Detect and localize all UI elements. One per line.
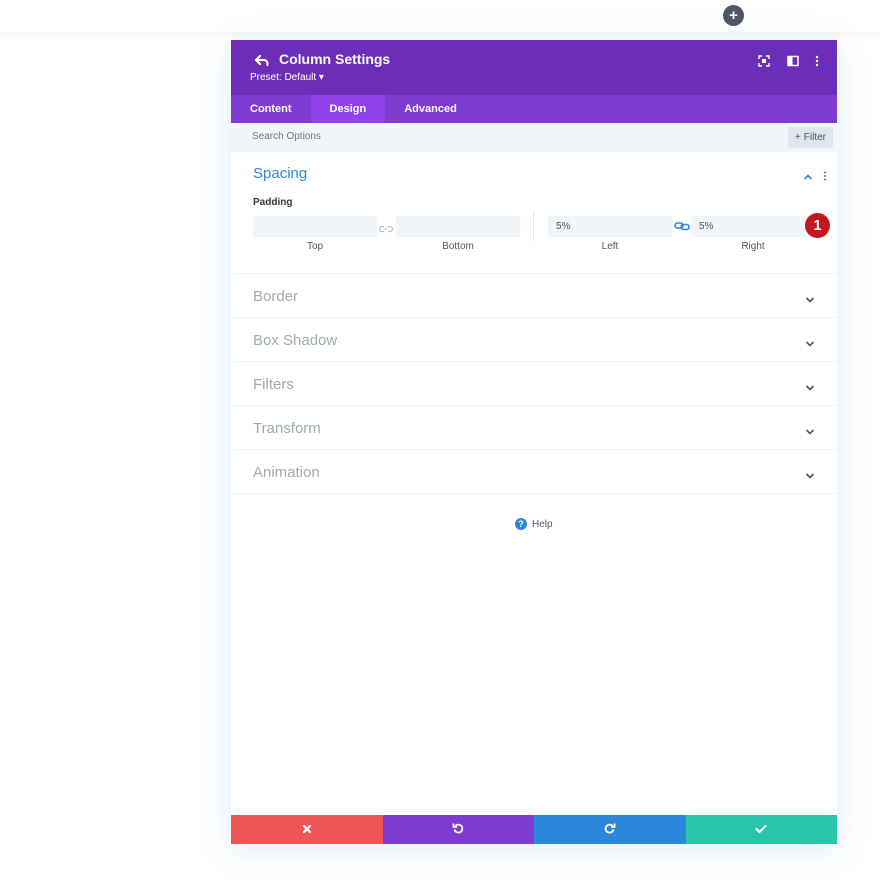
plus-icon: + xyxy=(794,132,801,143)
add-section-icon[interactable]: + xyxy=(723,5,744,26)
help-icon: ? xyxy=(515,518,527,530)
border-section-title: Border xyxy=(253,288,299,305)
chevron-down-icon[interactable] xyxy=(805,423,815,441)
save-button[interactable] xyxy=(685,815,837,844)
chevron-down-icon[interactable] xyxy=(805,291,815,309)
filter-label: Filter xyxy=(803,132,826,143)
transform-section-title: Transform xyxy=(253,420,321,437)
padding-top-caption: Top xyxy=(306,241,324,252)
top-bar: + xyxy=(0,0,880,32)
undo-button[interactable] xyxy=(382,815,534,844)
transform-section[interactable]: Transform xyxy=(231,406,837,450)
chevron-up-icon[interactable] xyxy=(803,168,813,186)
filters-section[interactable]: Filters xyxy=(231,362,837,406)
padding-right-caption: Right xyxy=(741,241,765,252)
border-section[interactable]: Border xyxy=(231,274,837,318)
fullscreen-icon[interactable] xyxy=(756,53,772,69)
help-link[interactable]: ? Help xyxy=(515,518,553,530)
redo-button[interactable] xyxy=(534,815,686,844)
modal-title: Column Settings xyxy=(279,51,391,67)
padding-divider xyxy=(533,212,534,241)
padding-right-input[interactable] xyxy=(691,216,815,237)
split-view-icon[interactable] xyxy=(785,53,801,69)
box-shadow-section[interactable]: Box Shadow xyxy=(231,318,837,362)
tab-advanced[interactable]: Advanced xyxy=(385,95,476,123)
padding-left-caption: Left xyxy=(601,241,619,252)
linked-chain-icon[interactable] xyxy=(674,218,690,236)
back-arrow-icon[interactable] xyxy=(253,52,271,70)
step-number-badge: 1 xyxy=(805,213,830,238)
padding-bottom-caption: Bottom xyxy=(442,241,474,252)
help-label: Help xyxy=(532,518,553,530)
padding-bottom-input[interactable] xyxy=(396,216,520,237)
preset-selector[interactable]: Preset: Default ▾ xyxy=(250,72,324,83)
animation-section-title: Animation xyxy=(253,464,320,481)
unlinked-chain-icon[interactable] xyxy=(378,220,394,238)
filter-button[interactable]: + Filter xyxy=(787,127,833,148)
animation-section[interactable]: Animation xyxy=(231,450,837,494)
padding-left-input[interactable] xyxy=(548,216,672,237)
search-row: + Filter xyxy=(231,123,837,152)
tab-design[interactable]: Design xyxy=(310,95,386,123)
spacing-section-title[interactable]: Spacing xyxy=(253,165,307,182)
box-shadow-section-title: Box Shadow xyxy=(253,332,338,349)
undo-icon xyxy=(452,821,464,839)
padding-top-input[interactable] xyxy=(253,216,377,237)
search-options-input[interactable] xyxy=(252,131,552,142)
chevron-down-icon[interactable] xyxy=(805,467,815,485)
modal-header: Column Settings Preset: Default ▾ xyxy=(231,40,837,95)
kebab-menu-icon[interactable] xyxy=(809,53,825,69)
tab-content[interactable]: Content xyxy=(231,95,311,123)
modal-footer xyxy=(231,815,837,844)
redo-icon xyxy=(604,821,616,839)
chevron-down-icon[interactable] xyxy=(805,379,815,397)
cancel-icon xyxy=(302,821,312,839)
chevron-down-icon[interactable] xyxy=(805,335,815,353)
spacing-section: Spacing Padding Top Bottom Left Right xyxy=(231,152,837,274)
filters-section-title: Filters xyxy=(253,376,294,393)
tab-bar: Content Design Advanced xyxy=(231,95,837,123)
settings-modal: Column Settings Preset: Default ▾ Conten… xyxy=(231,40,837,844)
checkmark-icon xyxy=(755,821,767,839)
section-options-icon[interactable] xyxy=(823,168,827,186)
cancel-button[interactable] xyxy=(231,815,383,844)
padding-label: Padding xyxy=(253,197,293,208)
